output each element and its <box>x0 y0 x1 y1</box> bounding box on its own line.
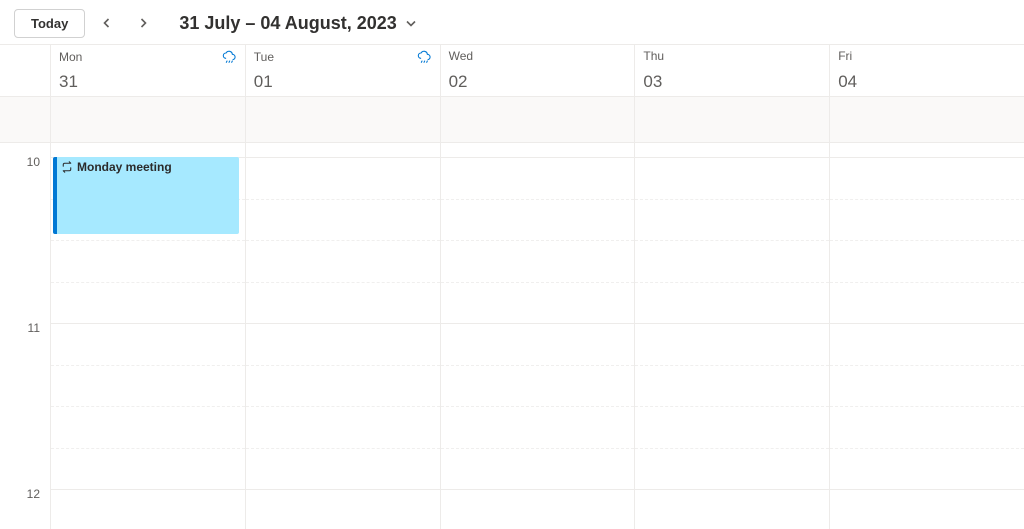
subhour-gridline <box>246 365 440 366</box>
hour-gridline <box>441 489 635 490</box>
hour-gridline <box>51 489 245 490</box>
hour-gridline <box>441 157 635 158</box>
chevron-left-icon <box>101 17 113 29</box>
hour-label: 11 <box>28 321 40 335</box>
chevron-right-icon <box>137 17 149 29</box>
hour-gridline <box>830 323 1024 324</box>
subhour-gridline <box>246 406 440 407</box>
day-column[interactable] <box>829 143 1024 529</box>
hour-gridline <box>246 157 440 158</box>
hour-gridline <box>830 489 1024 490</box>
today-button[interactable]: Today <box>14 9 85 38</box>
day-number: 01 <box>254 72 432 94</box>
subhour-gridline <box>246 240 440 241</box>
day-header[interactable]: Fri 04 <box>829 45 1024 96</box>
subhour-gridline <box>51 365 245 366</box>
subhour-gridline <box>635 199 829 200</box>
allday-gutter <box>0 97 50 142</box>
day-of-week: Mon <box>59 50 82 64</box>
day-header[interactable]: Tue 01 <box>245 45 440 96</box>
allday-cell[interactable] <box>829 97 1024 142</box>
subhour-gridline <box>441 448 635 449</box>
hour-gridline <box>830 157 1024 158</box>
day-columns: Monday meeting <box>50 143 1024 529</box>
day-column[interactable]: Monday meeting <box>50 143 245 529</box>
calendar-toolbar: Today 31 July – 04 August, 2023 <box>0 0 1024 44</box>
day-column[interactable] <box>634 143 829 529</box>
header-gutter <box>0 45 50 96</box>
subhour-gridline <box>51 406 245 407</box>
allday-row <box>0 97 1024 143</box>
subhour-gridline <box>51 240 245 241</box>
prev-week-button[interactable] <box>93 9 121 37</box>
subhour-gridline <box>830 406 1024 407</box>
next-week-button[interactable] <box>129 9 157 37</box>
subhour-gridline <box>830 282 1024 283</box>
recurring-icon <box>61 161 73 173</box>
subhour-gridline <box>830 365 1024 366</box>
day-of-week: Fri <box>838 49 852 63</box>
weather-icon <box>416 49 432 65</box>
subhour-gridline <box>830 240 1024 241</box>
day-of-week: Thu <box>643 49 664 63</box>
subhour-gridline <box>635 365 829 366</box>
subhour-gridline <box>635 448 829 449</box>
day-number: 03 <box>643 72 821 94</box>
day-number: 02 <box>449 72 627 94</box>
hour-gridline <box>441 323 635 324</box>
time-gutter: 10 11 12 <box>0 143 50 529</box>
hour-gridline <box>635 323 829 324</box>
subhour-gridline <box>830 448 1024 449</box>
calendar-event[interactable]: Monday meeting <box>53 157 239 234</box>
subhour-gridline <box>441 365 635 366</box>
allday-cell[interactable] <box>245 97 440 142</box>
subhour-gridline <box>635 240 829 241</box>
hour-label: 12 <box>27 487 40 501</box>
hour-gridline <box>635 489 829 490</box>
date-range-label: 31 July – 04 August, 2023 <box>179 13 396 34</box>
allday-cell[interactable] <box>50 97 245 142</box>
subhour-gridline <box>441 199 635 200</box>
hour-gridline <box>246 323 440 324</box>
subhour-gridline <box>635 406 829 407</box>
subhour-gridline <box>51 448 245 449</box>
day-header[interactable]: Mon 31 <box>50 45 245 96</box>
subhour-gridline <box>441 282 635 283</box>
subhour-gridline <box>441 240 635 241</box>
weather-icon <box>221 49 237 65</box>
day-header[interactable]: Wed 02 <box>440 45 635 96</box>
hour-gridline <box>635 157 829 158</box>
subhour-gridline <box>441 406 635 407</box>
hour-gridline <box>246 489 440 490</box>
day-number: 31 <box>59 72 237 94</box>
subhour-gridline <box>246 448 440 449</box>
day-header-row: Mon 31 Tue 01 Wed 02 Thu 03 Fri 04 <box>0 45 1024 97</box>
hour-gridline <box>51 323 245 324</box>
subhour-gridline <box>246 199 440 200</box>
day-of-week: Wed <box>449 49 473 63</box>
calendar-grid: Mon 31 Tue 01 Wed 02 Thu 03 Fri 04 10 11 12 Monday … <box>0 44 1024 529</box>
subhour-gridline <box>246 282 440 283</box>
subhour-gridline <box>635 282 829 283</box>
day-column[interactable] <box>245 143 440 529</box>
allday-cell[interactable] <box>440 97 635 142</box>
date-range-picker[interactable]: 31 July – 04 August, 2023 <box>179 13 416 34</box>
day-of-week: Tue <box>254 50 274 64</box>
hour-label: 10 <box>27 155 40 169</box>
calendar-body: 10 11 12 Monday meeting <box>0 143 1024 529</box>
subhour-gridline <box>830 199 1024 200</box>
allday-cell[interactable] <box>634 97 829 142</box>
day-column[interactable] <box>440 143 635 529</box>
day-header[interactable]: Thu 03 <box>634 45 829 96</box>
subhour-gridline <box>51 282 245 283</box>
event-title: Monday meeting <box>77 160 172 174</box>
chevron-down-icon <box>405 17 417 29</box>
day-number: 04 <box>838 72 1016 94</box>
